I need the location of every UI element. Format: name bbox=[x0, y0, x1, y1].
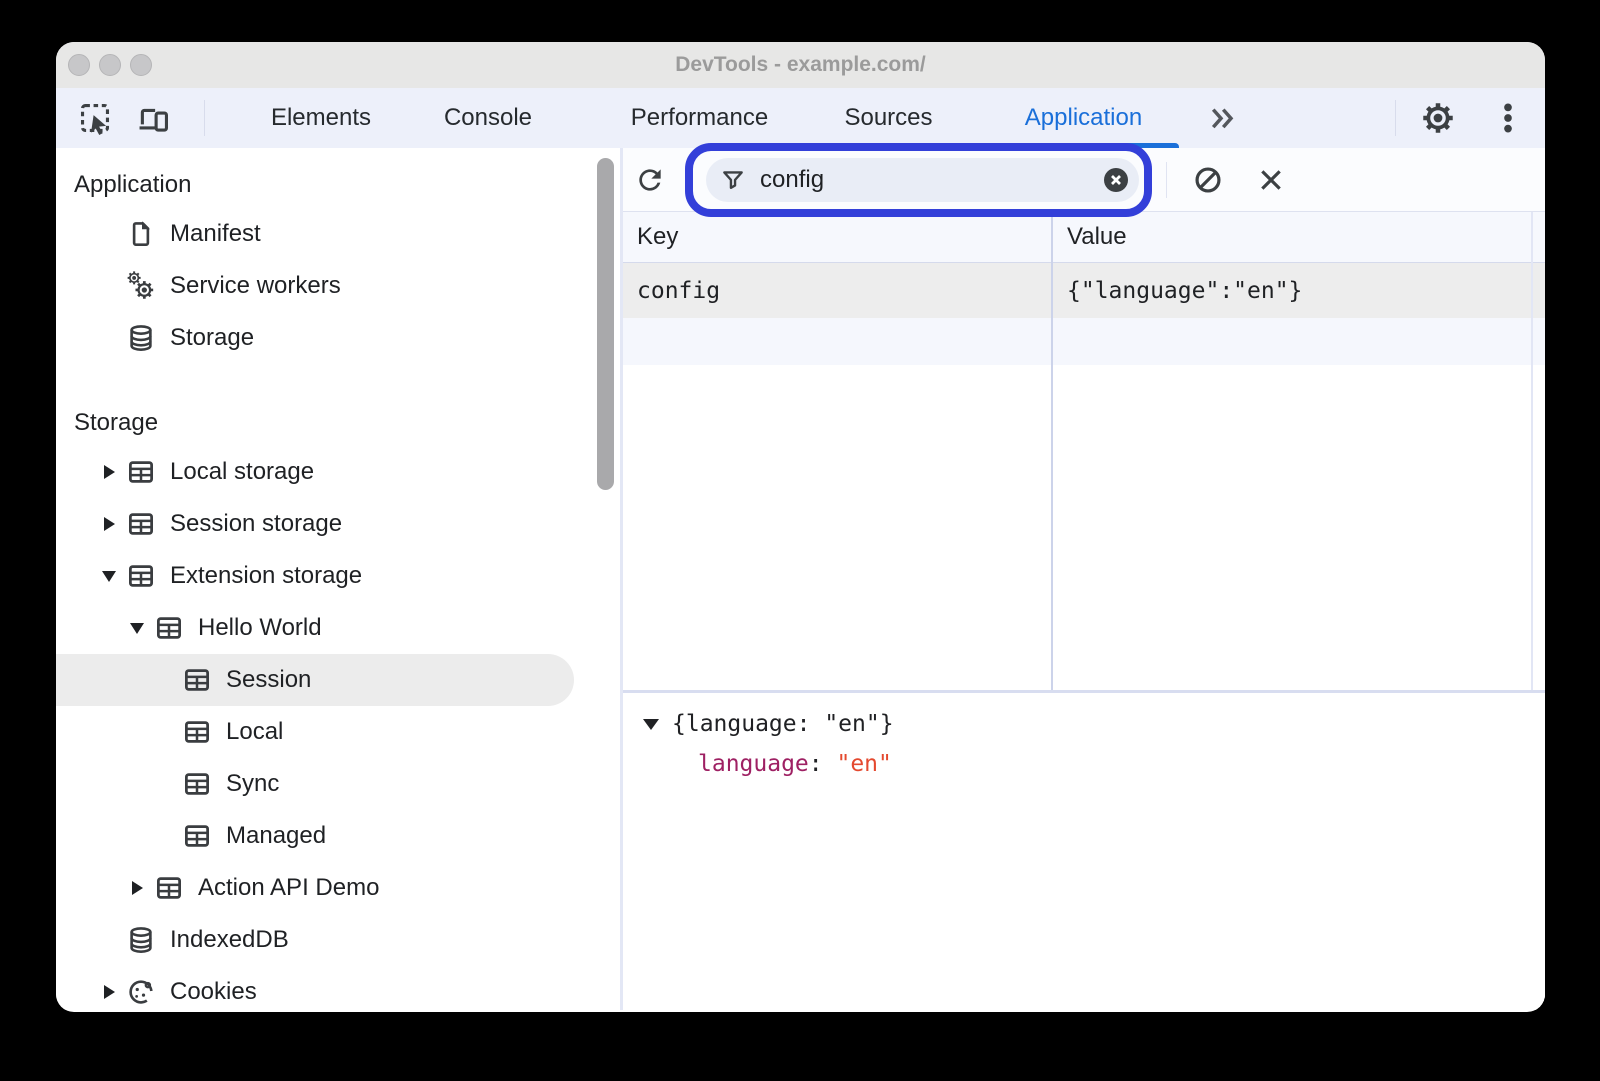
tree-right-arrow-icon[interactable] bbox=[92, 517, 126, 531]
empty-grid-row bbox=[623, 318, 1545, 365]
database-icon bbox=[126, 925, 156, 955]
json-summary: {language: "en"} bbox=[672, 711, 894, 737]
device-toolbar-icon[interactable] bbox=[136, 101, 170, 135]
cookie-icon bbox=[126, 977, 156, 1007]
tab-elements[interactable]: Elements bbox=[246, 88, 396, 148]
sidebar-item-label: Manifest bbox=[170, 220, 261, 248]
sidebar-section-header: Application bbox=[56, 162, 588, 208]
filter-input[interactable]: config bbox=[706, 158, 1139, 202]
devtools-window: DevTools - example.com/ Elements Console P… bbox=[56, 42, 1545, 1012]
tab-sources[interactable]: Sources bbox=[826, 88, 951, 148]
table-icon bbox=[126, 457, 156, 487]
storage-toolbar: config bbox=[623, 148, 1545, 212]
database-icon bbox=[126, 323, 156, 353]
settings-gear-icon[interactable] bbox=[1421, 101, 1455, 135]
devtools-content: Application Manifest Service workers Storag… bbox=[56, 148, 1545, 1010]
sidebar-item-hello-world[interactable]: Hello World bbox=[56, 602, 588, 654]
table-icon bbox=[154, 873, 184, 903]
service-workers-icon bbox=[126, 271, 156, 301]
devtools-tabbar: Elements Console Performance Sources Applica… bbox=[56, 88, 1545, 150]
table-icon bbox=[182, 665, 212, 695]
sidebar-item-service-workers[interactable]: Service workers bbox=[56, 260, 588, 312]
document-icon bbox=[126, 219, 156, 249]
table-icon bbox=[154, 613, 184, 643]
application-sidebar: Application Manifest Service workers Storag… bbox=[56, 148, 588, 1010]
grid-right-border bbox=[1531, 212, 1533, 690]
tree-right-arrow-icon[interactable] bbox=[92, 465, 126, 479]
sidebar-item-label: Extension storage bbox=[170, 562, 362, 590]
tab-application[interactable]: Application bbox=[986, 88, 1181, 148]
sidebar-item-action-api-demo[interactable]: Action API Demo bbox=[56, 862, 588, 914]
sidebar-item-label: Cookies bbox=[170, 978, 257, 1006]
item-key-cell[interactable]: config bbox=[623, 263, 1053, 318]
sidebar-item-label: Local bbox=[226, 718, 283, 746]
more-options-icon[interactable] bbox=[1491, 101, 1525, 135]
sidebar-item-sync[interactable]: Sync bbox=[56, 758, 588, 810]
json-preview-root[interactable]: {language: "en"} bbox=[643, 711, 1545, 737]
sidebar-item-label: Managed bbox=[226, 822, 326, 850]
toolbar-separator bbox=[1166, 162, 1167, 198]
sidebar-item-label: Action API Demo bbox=[198, 874, 379, 902]
tab-performance[interactable]: Performance bbox=[592, 88, 807, 148]
tree-down-arrow-icon[interactable] bbox=[92, 571, 126, 582]
tree-right-arrow-icon[interactable] bbox=[92, 985, 126, 999]
sidebar-scrollbar-thumb[interactable] bbox=[597, 158, 614, 490]
sidebar-item-extension-storage[interactable]: Extension storage bbox=[56, 550, 588, 602]
table-icon bbox=[182, 821, 212, 851]
grid-header-row: Key Value bbox=[623, 212, 1545, 263]
expand-arrow-icon[interactable] bbox=[643, 719, 659, 730]
table-icon bbox=[126, 561, 156, 591]
sidebar-item-local-storage[interactable]: Local storage bbox=[56, 446, 588, 498]
json-property-value: "en" bbox=[836, 751, 891, 777]
sidebar-item-session-storage[interactable]: Session storage bbox=[56, 498, 588, 550]
sidebar-item-storage[interactable]: Storage bbox=[56, 312, 588, 364]
inspect-element-icon[interactable] bbox=[78, 101, 112, 135]
sidebar-item-local[interactable]: Local bbox=[56, 706, 588, 758]
sidebar-item-label: Sync bbox=[226, 770, 279, 798]
table-icon bbox=[182, 769, 212, 799]
json-colon: : bbox=[809, 751, 837, 777]
window-titlebar: DevTools - example.com/ bbox=[56, 42, 1545, 89]
table-icon bbox=[126, 509, 156, 539]
sidebar-item-label: Service workers bbox=[170, 272, 341, 300]
sidebar-item-cookies[interactable]: Cookies bbox=[56, 966, 588, 1010]
sidebar-item-label: Storage bbox=[170, 324, 254, 352]
json-property-name: language bbox=[698, 751, 809, 777]
toolbar-separator bbox=[204, 100, 205, 136]
storage-panel: config Key Value config{"language":"en"} bbox=[620, 148, 1545, 1010]
storage-item-row[interactable]: config{"language":"en"} bbox=[623, 263, 1545, 318]
sidebar-scrollbar[interactable] bbox=[588, 148, 620, 1010]
sidebar-item-manifest[interactable]: Manifest bbox=[56, 208, 588, 260]
tree-down-arrow-icon[interactable] bbox=[120, 623, 154, 634]
json-preview-property[interactable]: language: "en" bbox=[698, 751, 1545, 777]
value-preview-pane: {language: "en"} language: "en" bbox=[623, 693, 1545, 1010]
window-title: DevTools - example.com/ bbox=[56, 42, 1545, 88]
sidebar-item-label: IndexedDB bbox=[170, 926, 289, 954]
clear-all-icon[interactable] bbox=[1192, 164, 1224, 196]
sidebar-item-indexeddb[interactable]: IndexedDB bbox=[56, 914, 588, 966]
column-divider[interactable] bbox=[1051, 212, 1053, 690]
sidebar-item-managed[interactable]: Managed bbox=[56, 810, 588, 862]
toolbar-separator bbox=[1395, 100, 1396, 136]
sidebar-section-header: Storage bbox=[56, 400, 588, 446]
more-tabs-chevron-icon[interactable] bbox=[1204, 104, 1240, 134]
sidebar-item-session[interactable]: Session bbox=[56, 654, 574, 706]
filter-funnel-icon bbox=[720, 167, 746, 193]
storage-items-grid: Key Value config{"language":"en"} bbox=[623, 212, 1545, 690]
sidebar-item-label: Hello World bbox=[198, 614, 322, 642]
screenshot-canvas: DevTools - example.com/ Elements Console P… bbox=[0, 0, 1600, 1081]
tree-right-arrow-icon[interactable] bbox=[120, 881, 154, 895]
sidebar-item-label: Local storage bbox=[170, 458, 314, 486]
column-header-value[interactable]: Value bbox=[1053, 212, 1545, 262]
filter-value[interactable]: config bbox=[760, 166, 1101, 194]
close-icon[interactable] bbox=[1255, 164, 1287, 196]
refresh-icon[interactable] bbox=[634, 164, 666, 196]
tab-console[interactable]: Console bbox=[424, 88, 552, 148]
column-header-key[interactable]: Key bbox=[623, 212, 1053, 262]
sidebar-item-label: Session bbox=[226, 666, 311, 694]
sidebar-item-label: Session storage bbox=[170, 510, 342, 538]
item-value-cell[interactable]: {"language":"en"} bbox=[1053, 263, 1545, 318]
table-icon bbox=[182, 717, 212, 747]
clear-filter-icon[interactable] bbox=[1101, 165, 1131, 195]
